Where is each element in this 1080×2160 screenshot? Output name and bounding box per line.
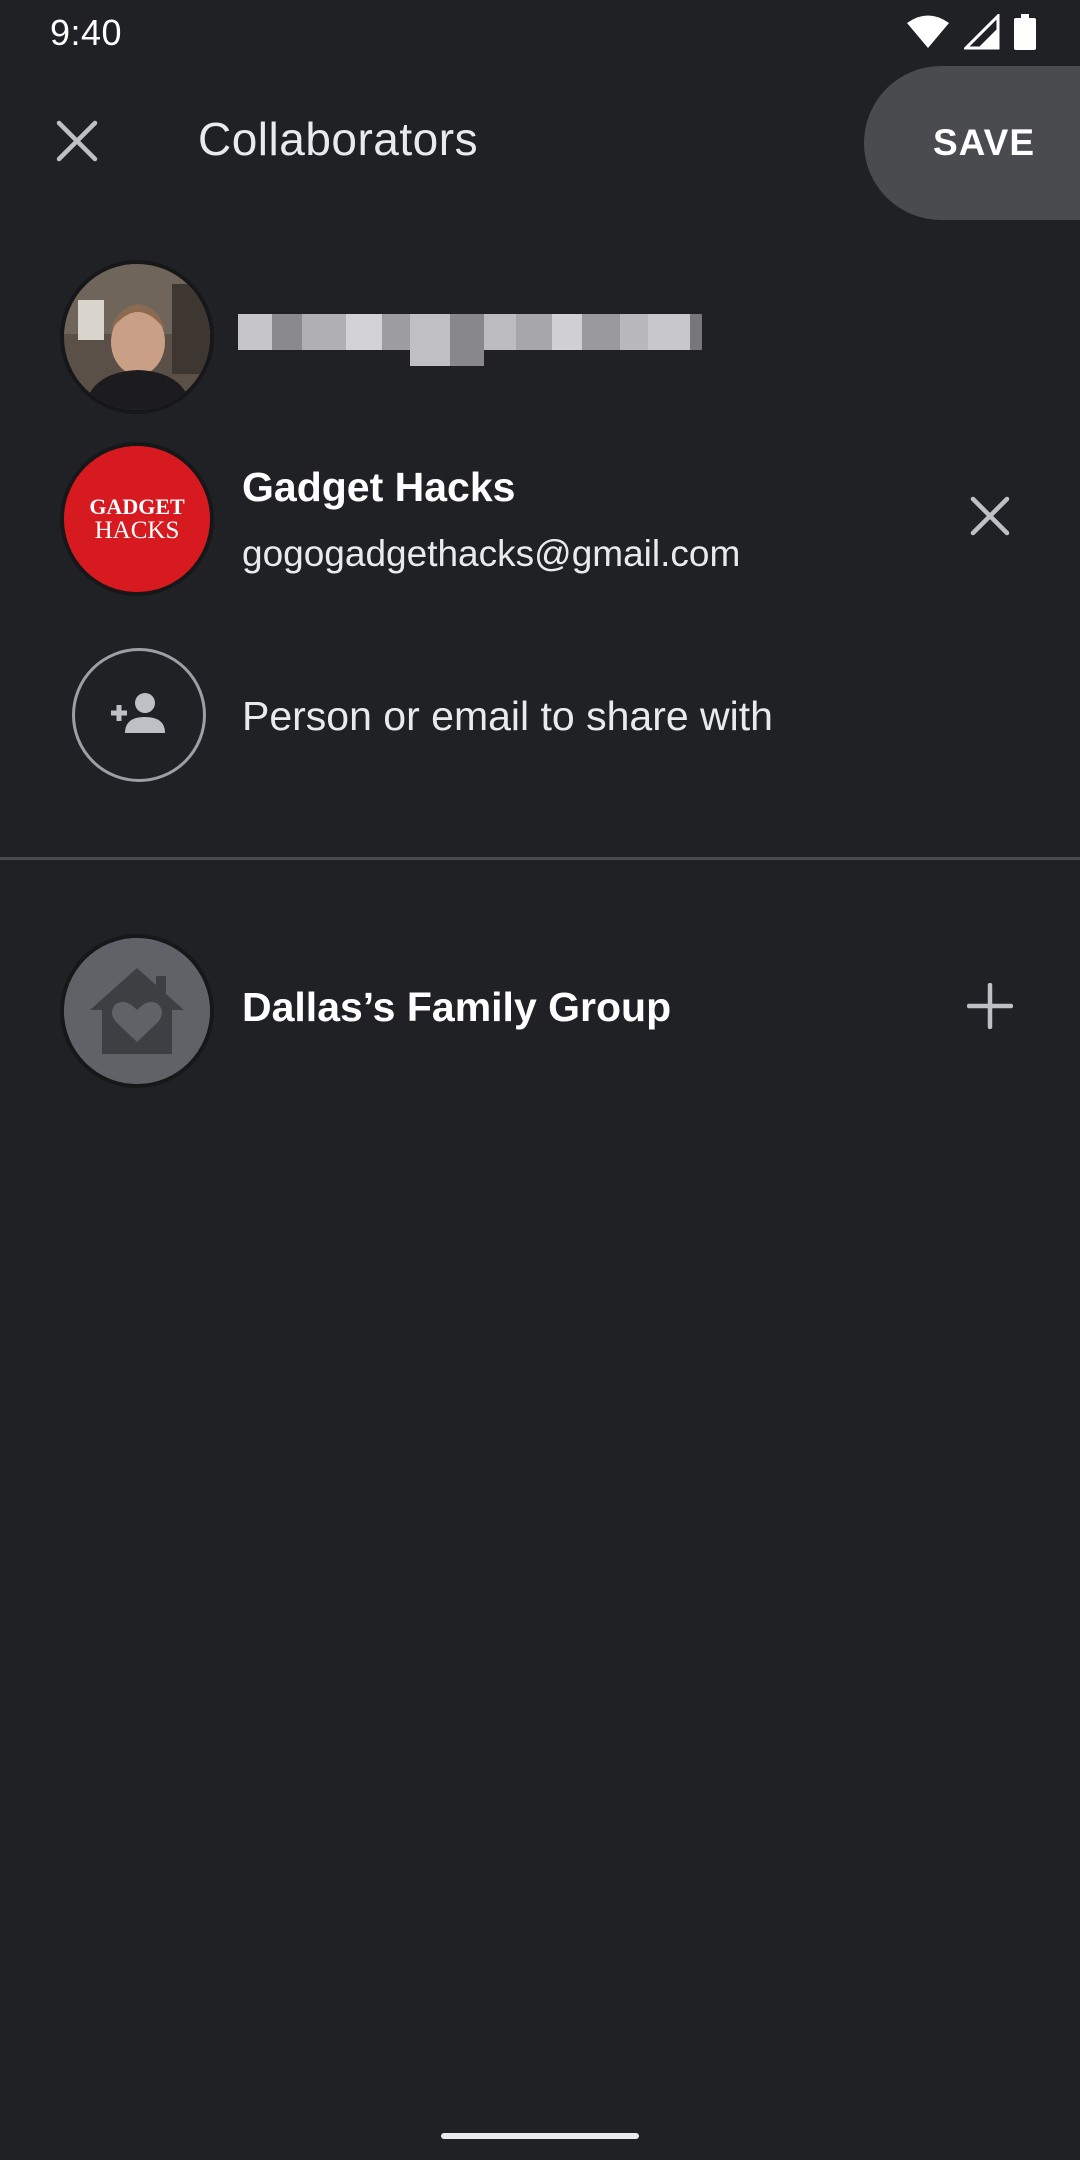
remove-collaborator-button[interactable] bbox=[954, 482, 1026, 554]
avatar-text-bottom: HACKS bbox=[95, 517, 180, 544]
family-group-row[interactable]: Dallas’s Family Group bbox=[0, 936, 1080, 1086]
divider bbox=[0, 857, 1080, 860]
page-title: Collaborators bbox=[198, 113, 479, 165]
wifi-icon bbox=[906, 14, 950, 50]
avatar bbox=[64, 264, 210, 410]
battery-icon bbox=[1014, 14, 1036, 50]
person-email-input[interactable] bbox=[242, 688, 1002, 744]
avatar-text-top: GADGET bbox=[89, 494, 185, 519]
home-indicator[interactable] bbox=[441, 2133, 639, 2139]
add-person-avatar bbox=[72, 648, 206, 782]
close-icon bbox=[56, 120, 98, 167]
avatar: GADGET HACKS bbox=[64, 446, 210, 592]
add-family-group-button[interactable] bbox=[954, 972, 1026, 1044]
status-bar: 9:40 bbox=[0, 0, 1080, 66]
save-button-label: SAVE bbox=[932, 122, 1035, 163]
status-time: 9:40 bbox=[50, 12, 123, 53]
close-button[interactable] bbox=[40, 106, 114, 180]
app-bar: Collaborators SAVE bbox=[0, 66, 1080, 220]
close-icon bbox=[970, 496, 1010, 541]
cell-signal-icon bbox=[964, 14, 1000, 50]
redacted-name bbox=[238, 314, 702, 366]
collaborator-owner bbox=[0, 262, 1080, 412]
family-group-name: Dallas’s Family Group bbox=[242, 984, 672, 1030]
plus-icon bbox=[966, 982, 1014, 1034]
save-button[interactable]: SAVE bbox=[864, 66, 1080, 220]
collaborator-name: Gadget Hacks bbox=[242, 464, 516, 510]
add-person-icon bbox=[109, 691, 169, 740]
house-heart-icon bbox=[64, 938, 210, 1084]
collaborator-gadget-hacks: GADGET HACKS Gadget Hacks gogogadgethack… bbox=[0, 446, 1080, 596]
status-icons bbox=[906, 14, 1036, 50]
collaborator-email: gogogadgethacks@gmail.com bbox=[242, 533, 741, 574]
avatar bbox=[64, 938, 210, 1084]
